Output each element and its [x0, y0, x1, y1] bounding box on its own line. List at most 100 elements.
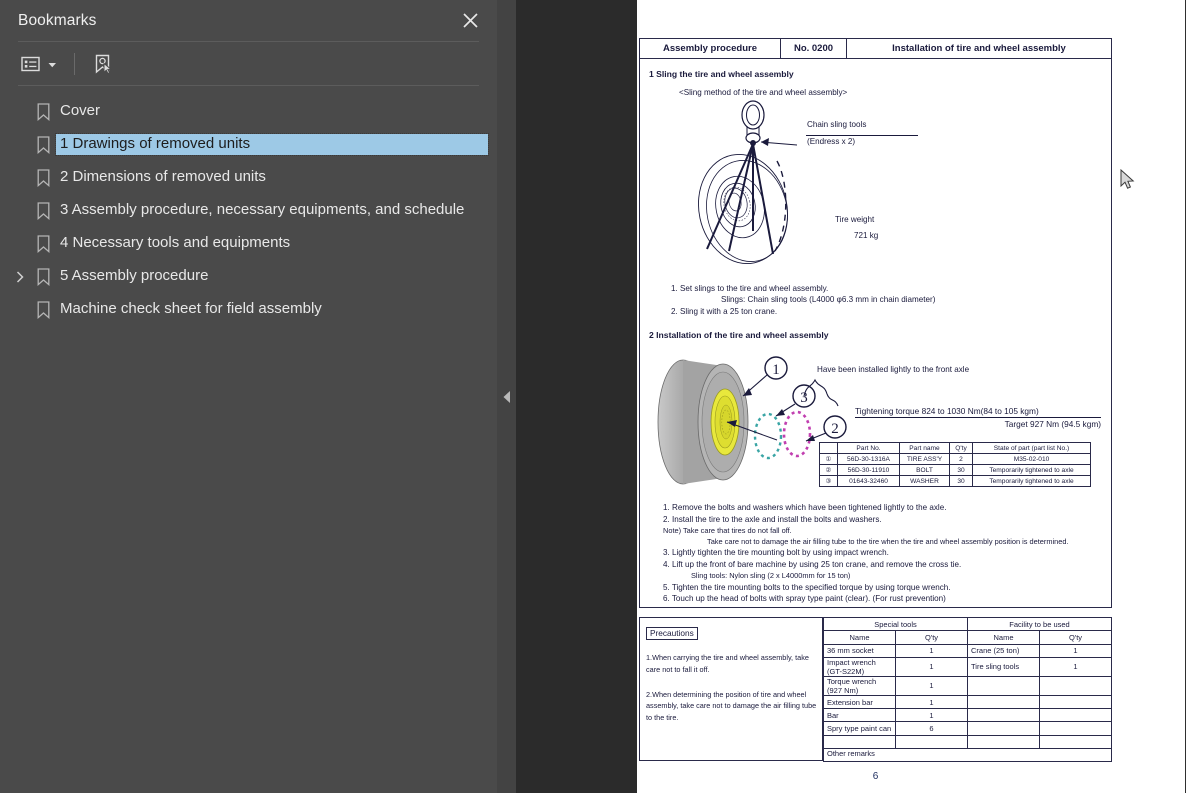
section-1-steps: 1. Set slings to the tire and wheel asse…	[671, 283, 1102, 317]
col-header-qty: Q'ty	[895, 630, 968, 645]
special-tool-qty: 1	[895, 675, 968, 696]
table-row	[823, 734, 1112, 750]
step-text: Slings: Chain sling tools (L4000 φ6.3 mm…	[721, 295, 936, 305]
table-row: Impact wrench (GT-S22M) 1 Tire sling tools…	[823, 656, 1112, 677]
step-text: 3. Lightly tighten the tire mounting bol…	[663, 548, 889, 558]
precaution-text-2: 2.When determining the position of tire …	[646, 689, 817, 723]
page-number: 6	[872, 771, 879, 783]
parts-cell: 56D-30-11910	[837, 464, 900, 477]
parts-cell: WASHER	[899, 475, 950, 488]
svg-text:2: 2	[831, 421, 839, 437]
parts-cell: ②	[819, 464, 838, 477]
special-tool-qty: 1	[895, 694, 968, 710]
precautions-box: Precautions 1.When carrying the tire and…	[639, 617, 823, 761]
parts-cell: 01643-32460	[837, 475, 900, 488]
section-1-subtitle: <Sling method of the tire and wheel asse…	[679, 88, 848, 97]
parts-cell: 56D-30-1316A	[837, 453, 900, 466]
bookmark-item-label: Machine check sheet for field assembly	[60, 299, 322, 317]
bookmark-item-0[interactable]: Cover	[0, 95, 497, 128]
svg-text:3: 3	[800, 390, 808, 406]
facility-qty: 1	[1039, 643, 1112, 658]
table-row: Spry type paint can 6	[823, 721, 1112, 736]
facility-name	[967, 708, 1040, 723]
facility-name: Tire sling tools	[967, 656, 1040, 677]
parts-header-cell: State of part (part list No.)	[972, 442, 1091, 455]
page-scroll-gutter[interactable]	[1185, 0, 1200, 793]
chain-sling-underline	[806, 135, 918, 136]
special-tool-qty	[895, 734, 968, 750]
pdf-page-viewer[interactable]: Assembly procedure No. 0200 Installation…	[516, 0, 1200, 793]
special-tool-name: Impact wrench (GT-S22M)	[823, 656, 896, 677]
facility-qty	[1039, 734, 1112, 750]
parts-cell: 30	[949, 464, 973, 477]
table-row: Assembly procedure No. 0200 Installation…	[639, 38, 1112, 59]
special-tool-name: Torque wrench (927 Nm)	[823, 675, 896, 696]
facility-name: Crane (25 ton)	[967, 643, 1040, 658]
table-row: ① 56D-30-1316A TIRE ASS'Y 2 M35-02-010	[819, 453, 1091, 466]
section-1-title: 1 Sling the tire and wheel assembly	[649, 69, 794, 79]
tire-weight-value: 721 kg	[854, 231, 879, 240]
special-tool-qty: 1	[895, 643, 968, 658]
step-text: 5. Tighten the tire mounting bolts to th…	[663, 582, 951, 592]
close-icon[interactable]	[457, 8, 483, 34]
facility-title: Facility to be used	[967, 616, 1112, 632]
toolbar-divider	[74, 52, 75, 75]
precaution-text-1: 1.When carrying the tire and wheel assem…	[646, 653, 809, 674]
collapse-panel-handle[interactable]	[497, 0, 516, 793]
bookmark-icon	[30, 201, 56, 220]
special-tool-name: Bar	[823, 708, 896, 723]
special-tool-name	[823, 734, 896, 750]
bookmark-item-label: 2 Dimensions of removed units	[60, 167, 266, 185]
bookmark-item-6[interactable]: Machine check sheet for field assembly	[0, 293, 497, 326]
parts-cell: M35-02-010	[972, 453, 1091, 466]
pdf-page: Assembly procedure No. 0200 Installation…	[637, 0, 1200, 793]
facility-name	[967, 694, 1040, 710]
bookmark-item-2[interactable]: 2 Dimensions of removed units	[0, 161, 497, 194]
chevron-right-icon[interactable]	[10, 260, 30, 293]
chevron-down-icon	[48, 55, 57, 73]
header-cell-title: Installation of tire and wheel assembly	[846, 38, 1112, 59]
twisty-placeholder	[10, 128, 30, 161]
chain-sling-sublabel: (Endress x 2)	[807, 137, 856, 146]
special-tool-name: Spry type paint can	[823, 721, 896, 736]
tire-weight-label: Tire weight	[835, 215, 875, 224]
special-tool-qty: 1	[895, 708, 968, 723]
step-text: 1. Set slings to the tire and wheel asse…	[671, 284, 829, 293]
new-bookmark-icon[interactable]	[89, 49, 117, 79]
header-cell-number: No. 0200	[780, 38, 847, 59]
parts-cell: ③	[819, 475, 838, 488]
twisty-placeholder	[10, 161, 30, 194]
twisty-placeholder	[10, 95, 30, 128]
table-row: Special tools Facility to be used	[823, 616, 1112, 632]
bookmark-icon	[30, 234, 56, 253]
sling-tools-note: Sling tools: Nylon sling (2 x L4000mm fo…	[691, 570, 851, 580]
twisty-placeholder	[10, 194, 30, 227]
step-text: 4. Lift up the front of bare machine by …	[663, 560, 962, 570]
sling-method-figure: Chain sling tools (Endress x 2) Tire wei…	[649, 97, 1102, 283]
parts-cell: ①	[819, 453, 838, 466]
bookmarks-panel-header: Bookmarks	[0, 0, 497, 41]
list-options-dropdown-button[interactable]	[18, 49, 60, 79]
document-content: Assembly procedure No. 0200 Installation…	[637, 0, 1185, 793]
tools-rows: 36 mm socket 1 Crane (25 ton) 1 Impact wrenc…	[823, 643, 1112, 750]
bookmark-item-3[interactable]: 3 Assembly procedure, necessary equipmen…	[0, 194, 497, 227]
bookmark-item-5[interactable]: 5 Assembly procedure	[0, 260, 497, 293]
note-text: Take care not to damage the air filling …	[707, 536, 1069, 546]
footer-tables: Precautions 1.When carrying the tire and…	[639, 616, 1112, 763]
facility-name	[967, 675, 1040, 696]
document-header-table: Assembly procedure No. 0200 Installation…	[639, 38, 1112, 59]
bookmark-item-1[interactable]: 1 Drawings of removed units	[0, 128, 497, 161]
pdf-viewer-window: Bookmarks Cover 1 Drawings of removed un…	[0, 0, 1200, 793]
parts-cell: 2	[949, 453, 973, 466]
bookmark-item-label: 3 Assembly procedure, necessary equipmen…	[60, 200, 465, 218]
step-text: 2. Install the tire to the axle and inst…	[663, 515, 882, 525]
table-row: Part No. Part name Q'ty State of part (part…	[819, 442, 1091, 455]
bookmark-item-label: 1 Drawings of removed units	[55, 132, 489, 157]
special-tools-title: Special tools	[823, 616, 968, 632]
table-row: Torque wrench (927 Nm) 1	[823, 675, 1112, 696]
table-row: Extension bar 1	[823, 694, 1112, 710]
bookmarks-panel: Bookmarks Cover 1 Drawings of removed un…	[0, 0, 497, 793]
table-row: ③ 01643-32460 WASHER 30 Temporarily tightene…	[819, 475, 1091, 488]
parts-cell: TIRE ASS'Y	[899, 453, 950, 466]
bookmark-item-4[interactable]: 4 Necessary tools and equipments	[0, 227, 497, 260]
